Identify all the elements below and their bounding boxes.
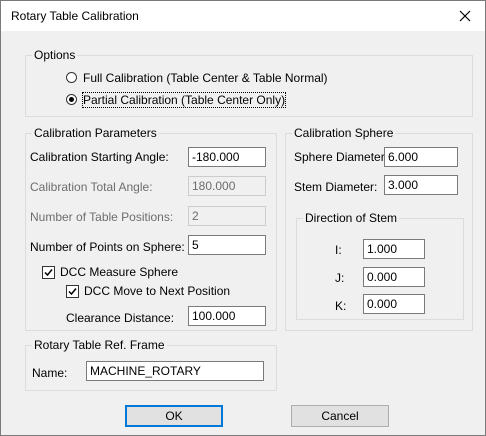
direction-of-stem-legend: Direction of Stem	[303, 211, 400, 225]
dialog: Rotary Table Calibration Options Full Ca…	[0, 0, 486, 436]
partial-calibration-label[interactable]: Partial Calibration (Table Center Only)	[81, 92, 287, 108]
j-direction-input[interactable]: 0.000	[363, 267, 425, 287]
sphere-diameter-label: Sphere Diameter:	[294, 150, 389, 164]
total-angle-label: Calibration Total Angle:	[30, 180, 153, 194]
full-calibration-label[interactable]: Full Calibration (Table Center & Table N…	[83, 71, 328, 85]
frame-name-input[interactable]: MACHINE_ROTARY	[86, 361, 264, 381]
partial-calibration-radio[interactable]	[66, 94, 77, 105]
checkmark-icon	[68, 288, 77, 296]
k-direction-input[interactable]: 0.000	[363, 294, 425, 314]
frame-name-label: Name:	[32, 366, 68, 380]
full-calibration-radio[interactable]	[66, 72, 77, 83]
calibration-parameters-group: Calibration Parameters Calibration Start…	[25, 126, 277, 331]
cancel-button[interactable]: Cancel	[291, 405, 389, 427]
table-positions-label: Number of Table Positions:	[30, 210, 174, 224]
points-on-sphere-input[interactable]: 5	[188, 235, 266, 255]
clearance-distance-input[interactable]: 100.000	[188, 306, 266, 326]
stem-diameter-input[interactable]: 3.000	[384, 175, 458, 195]
dcc-move-checkbox[interactable]	[66, 285, 79, 298]
window-title: Rotary Table Calibration	[11, 9, 139, 23]
options-legend: Options	[32, 48, 78, 62]
direction-of-stem-group: Direction of Stem I: 1.000 J: 0.000 K: 0…	[296, 211, 464, 320]
close-button[interactable]	[445, 1, 485, 31]
j-label: J:	[335, 271, 345, 285]
ref-frame-group: Rotary Table Ref. Frame Name: MACHINE_RO…	[25, 338, 277, 391]
clearance-distance-label: Clearance Distance:	[66, 311, 175, 325]
k-label: K:	[335, 299, 347, 313]
dcc-measure-label[interactable]: DCC Measure Sphere	[60, 265, 178, 279]
dcc-measure-checkbox[interactable]	[42, 266, 55, 279]
sphere-diameter-input[interactable]: 6.000	[384, 147, 458, 167]
i-direction-input[interactable]: 1.000	[363, 239, 425, 259]
calibration-sphere-legend: Calibration Sphere	[292, 126, 396, 140]
radio-selected-dot	[69, 97, 74, 102]
ref-frame-legend: Rotary Table Ref. Frame	[32, 338, 167, 352]
start-angle-label: Calibration Starting Angle:	[30, 150, 169, 164]
ok-button[interactable]: OK	[125, 405, 223, 427]
i-label: I:	[335, 243, 342, 257]
checkmark-icon	[44, 269, 53, 277]
total-angle-input: 180.000	[188, 176, 266, 196]
calibration-sphere-group: Calibration Sphere Sphere Diameter: 6.00…	[285, 126, 473, 331]
options-group: Options Full Calibration (Table Center &…	[25, 48, 473, 117]
calibration-parameters-legend: Calibration Parameters	[32, 126, 159, 140]
points-on-sphere-label: Number of Points on Sphere:	[30, 240, 185, 254]
close-icon	[459, 10, 471, 22]
table-positions-input: 2	[188, 206, 266, 226]
dcc-move-label[interactable]: DCC Move to Next Position	[84, 284, 230, 298]
title-bar: Rotary Table Calibration	[1, 1, 485, 31]
start-angle-input[interactable]: -180.000	[188, 147, 266, 167]
stem-diameter-label: Stem Diameter:	[294, 180, 378, 194]
